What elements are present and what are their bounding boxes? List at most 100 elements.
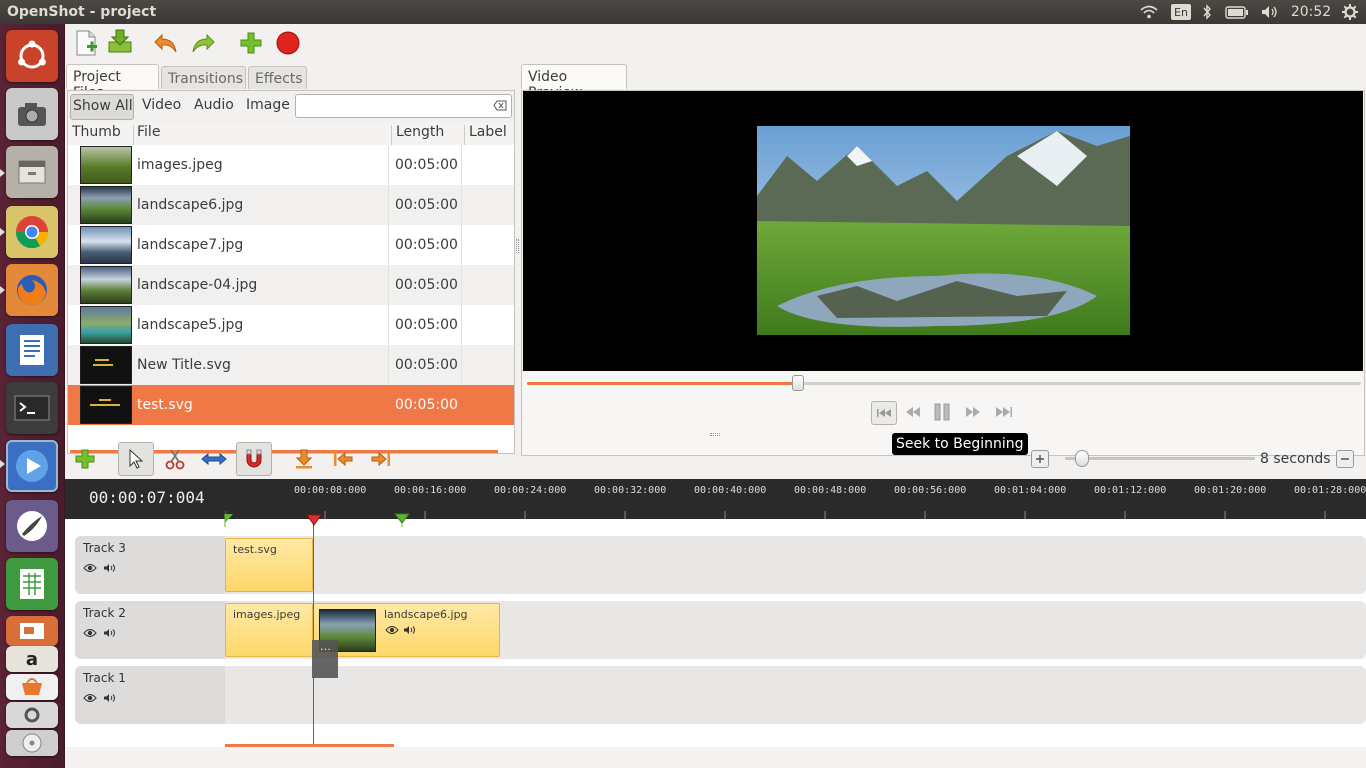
gear-icon[interactable] [1338,0,1362,24]
file-row-landscape7[interactable]: landscape7.jpg 00:05:00 [68,225,514,265]
undo-button[interactable] [151,28,181,58]
previous-marker-button[interactable] [325,442,361,476]
tab-effects[interactable]: Effects [248,66,307,89]
ruler-tick: 00:00:40:000 [694,485,767,496]
seek-slider[interactable] [527,375,1361,391]
speaker-icon[interactable] [403,624,417,639]
file-row-landscape6[interactable]: landscape6.jpg 00:05:00 [68,185,514,225]
rewind-button[interactable] [904,406,922,422]
new-project-button[interactable] [71,28,101,58]
next-marker-button[interactable] [363,442,399,476]
ruler-tick: 00:00:24:000 [494,485,567,496]
filter-video[interactable]: Video [142,97,181,113]
filter-audio[interactable]: Audio [194,97,234,113]
select-tool-button[interactable] [118,442,154,476]
volume-icon[interactable] [1258,0,1282,24]
wifi-icon[interactable] [1138,0,1160,24]
zoom-in-button[interactable] [1031,450,1049,468]
file-row-images[interactable]: images.jpeg 00:05:00 [68,145,514,185]
thumbnail [80,386,132,424]
clip-name: images.jpeg [233,608,301,621]
settings-icon[interactable] [6,702,58,728]
timeline-scrollbar[interactable] [225,744,394,747]
snapping-toggle-button[interactable] [236,442,272,476]
open-project-button[interactable] [105,26,135,56]
file-row-landscape-04[interactable]: landscape-04.jpg 00:05:00 [68,265,514,305]
track-1[interactable]: Track 1 [75,666,1366,724]
running-indicator [0,286,5,294]
marker[interactable] [393,513,411,531]
eye-icon[interactable] [385,624,399,639]
file-name: landscape7.jpg [137,237,244,253]
marker-start[interactable] [224,513,234,531]
clip-test-svg[interactable]: test.svg [225,538,313,592]
tab-project-files[interactable]: Project Files [66,64,159,101]
speaker-icon[interactable] [103,627,117,641]
clip-name: test.svg [233,543,277,556]
writer-icon[interactable] [6,324,58,376]
eye-icon[interactable] [83,562,97,576]
pause-button[interactable] [934,403,950,425]
filter-image[interactable]: Image [246,97,290,113]
seek-handle[interactable] [792,375,805,391]
bluetooth-icon[interactable] [1198,0,1216,24]
timeline-ruler[interactable]: 00:00:07:004 00:00:08:000 00:00:16:000 0… [65,479,1366,519]
file-length: 00:05:00 [395,157,458,173]
speaker-icon[interactable] [103,562,117,576]
terminal-icon[interactable] [6,382,58,434]
export-video-button[interactable] [273,28,303,58]
keyboard-indicator[interactable]: En [1171,4,1191,20]
column-label[interactable]: Label [469,124,507,140]
move-tool-button[interactable] [196,442,232,476]
clip-landscape6[interactable]: landscape6.jpg [313,603,500,657]
redo-button[interactable] [188,28,218,58]
ubuntu-dash-icon[interactable] [6,30,58,82]
eye-icon[interactable] [83,692,97,706]
seek-end-button[interactable] [994,406,1014,422]
column-thumb[interactable]: Thumb [72,124,121,140]
clock[interactable]: 20:52 [1290,0,1332,24]
playhead-handle[interactable] [306,514,322,530]
amazon-icon[interactable]: a [6,646,58,672]
file-row-test-selected[interactable]: test.svg 00:05:00 [68,385,514,425]
inkscape-icon[interactable] [6,500,58,552]
filter-show-all[interactable]: Show All [73,98,133,114]
zoom-out-button[interactable] [1336,450,1354,468]
import-files-button[interactable] [236,28,266,58]
fast-forward-button[interactable] [964,406,982,422]
thumbnail [80,346,132,384]
zoom-label: 8 seconds [1260,451,1331,467]
clip-images-jpeg[interactable]: images.jpeg [225,603,313,657]
eye-icon[interactable] [83,627,97,641]
camera-app-icon[interactable] [6,88,58,140]
splitter-handle-horizontal[interactable] [710,433,720,436]
files-icon[interactable] [6,146,58,198]
seek-beginning-button[interactable] [871,401,897,425]
disk-icon[interactable] [6,730,58,756]
tab-video-preview[interactable]: Video Preview [521,64,627,101]
chrome-icon[interactable] [6,206,58,258]
file-length: 00:05:00 [395,237,458,253]
razor-tool-button[interactable] [157,442,193,476]
zoom-handle[interactable] [1074,450,1089,467]
zoom-slider[interactable] [1065,450,1255,467]
column-file[interactable]: File [137,124,160,140]
calc-icon[interactable] [6,558,58,610]
tab-transitions[interactable]: Transitions [161,66,246,89]
add-marker-button[interactable] [286,442,322,476]
battery-icon[interactable] [1223,0,1251,24]
speaker-icon[interactable] [103,692,117,706]
add-track-button[interactable] [67,442,103,476]
file-row-new-title[interactable]: New Title.svg 00:05:00 [68,345,514,385]
column-length[interactable]: Length [396,124,444,140]
impress-icon[interactable] [6,616,58,646]
software-center-icon[interactable] [6,674,58,700]
clear-search-icon[interactable] [493,100,507,115]
splitter-handle[interactable] [516,239,519,253]
search-input[interactable] [295,94,512,118]
firefox-icon[interactable] [6,264,58,316]
file-length: 00:05:00 [395,397,458,413]
ruler-tick: 00:01:12:000 [1094,485,1167,496]
file-row-landscape5[interactable]: landscape5.jpg 00:05:00 [68,305,514,345]
openshot-icon[interactable] [6,440,58,492]
